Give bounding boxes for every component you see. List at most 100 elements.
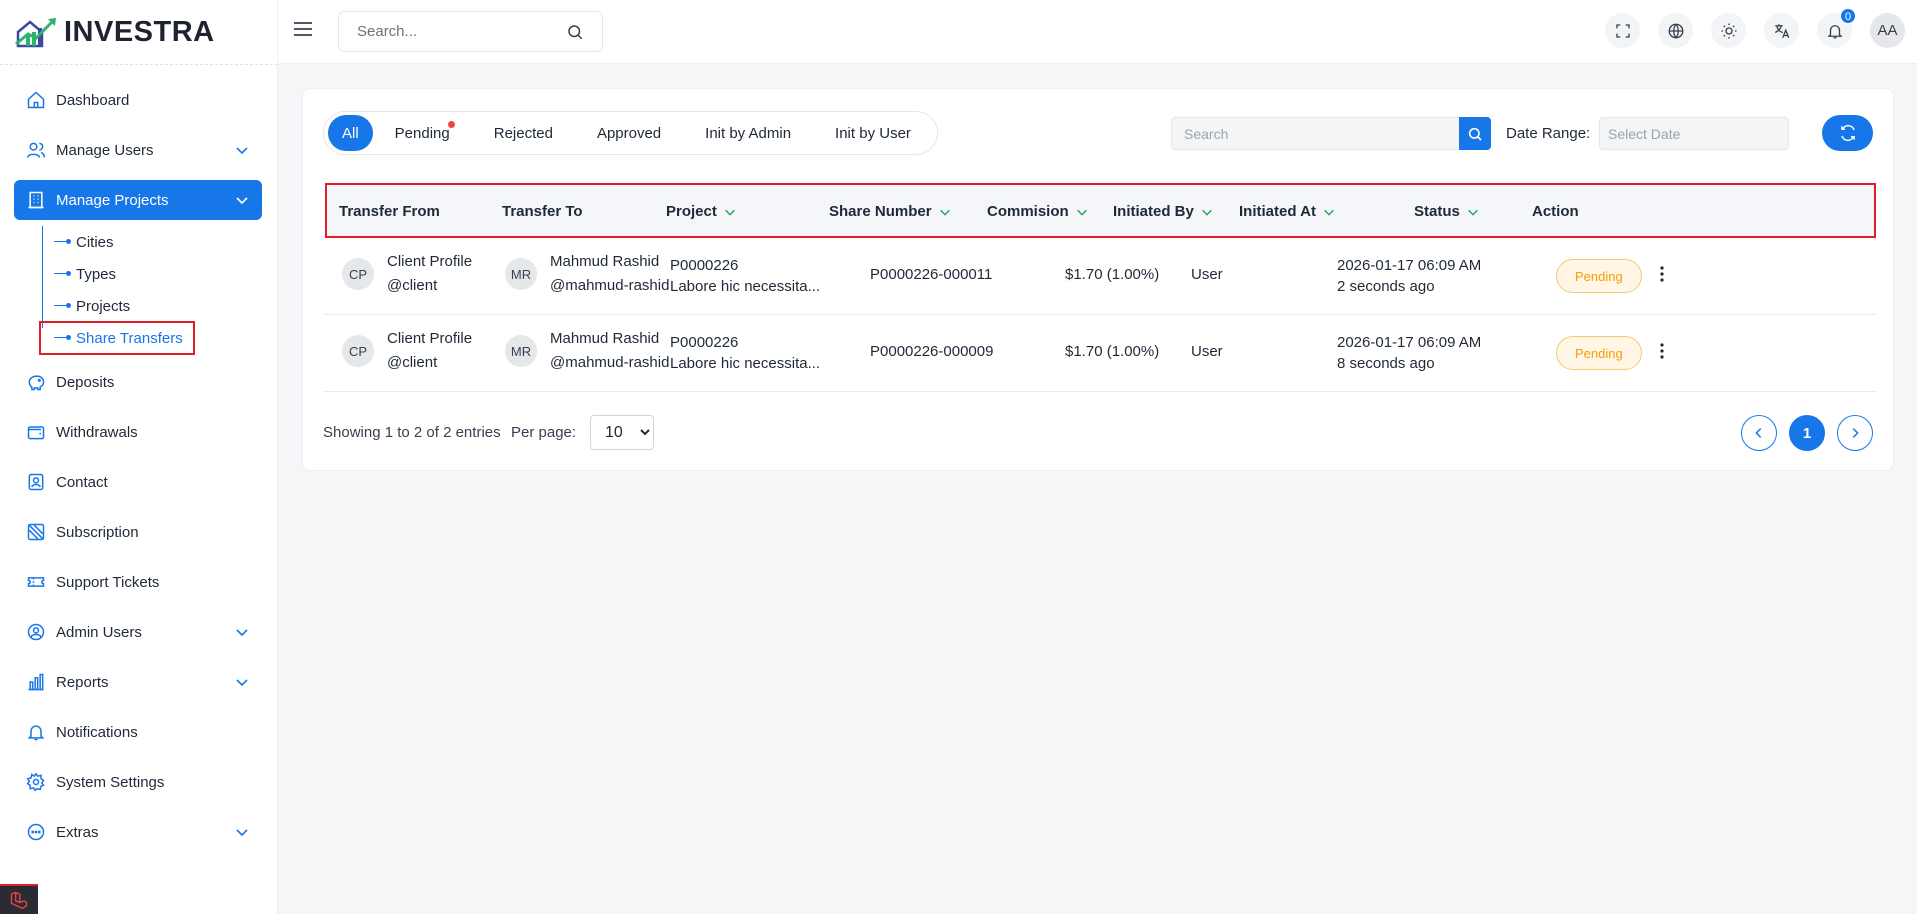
- framework-badge[interactable]: [0, 884, 38, 914]
- search-icon: [1468, 127, 1482, 141]
- share-number-cell: P0000226-000009: [870, 343, 994, 360]
- sidebar-item-label: Extras: [56, 823, 99, 841]
- table-search: [1171, 117, 1491, 150]
- sidebar-item-system-settings[interactable]: System Settings: [14, 762, 262, 802]
- sidebar-item-withdrawals[interactable]: Withdrawals: [14, 412, 262, 452]
- admin-user-icon: [26, 622, 46, 642]
- column-header-share-number[interactable]: Share Number: [829, 203, 952, 220]
- sidebar-item-dashboard[interactable]: Dashboard: [14, 80, 262, 120]
- initiated-by-cell: User: [1191, 343, 1223, 360]
- global-search-input[interactable]: [357, 23, 566, 40]
- project-cell: P0000226 Labore hic necessita...: [670, 255, 820, 297]
- language-button[interactable]: [1658, 13, 1693, 48]
- project-code: P0000226: [670, 334, 739, 351]
- home-icon: [26, 90, 46, 110]
- tab-rejected[interactable]: Rejected: [472, 115, 575, 151]
- sidebar-item-contact[interactable]: Contact: [14, 462, 262, 502]
- search-icon[interactable]: [566, 23, 584, 41]
- column-header-project[interactable]: Project: [666, 203, 737, 220]
- date-range-input[interactable]: [1599, 117, 1789, 150]
- project-code: P0000226: [670, 257, 739, 274]
- manage-projects-submenu: Cities Types Projects Share Transfers: [28, 226, 262, 355]
- column-header-commission[interactable]: Commision: [987, 203, 1089, 220]
- chevron-down-icon: [236, 629, 248, 637]
- sidebar-item-support-tickets[interactable]: Support Tickets: [14, 562, 262, 602]
- sidebar-item-label: Support Tickets: [56, 573, 160, 591]
- tab-init-by-admin[interactable]: Init by Admin: [683, 115, 813, 151]
- submenu-item-projects[interactable]: Projects: [28, 290, 262, 322]
- submenu-item-share-transfers[interactable]: Share Transfers: [28, 321, 262, 355]
- avatar: MR: [505, 335, 537, 367]
- sidebar-item-reports[interactable]: Reports: [14, 662, 262, 702]
- bullet-dot: [66, 335, 71, 340]
- submenu-item-cities[interactable]: Cities: [28, 226, 262, 258]
- sidebar-item-subscription[interactable]: Subscription: [14, 512, 262, 552]
- bullet-dot: [66, 271, 71, 276]
- app-name: INVESTRA: [64, 15, 215, 48]
- sort-chevron-icon: [1076, 209, 1087, 216]
- refresh-icon: [1840, 124, 1855, 142]
- tab-label: Pending: [394, 124, 450, 142]
- submenu-item-types[interactable]: Types: [28, 258, 262, 290]
- status-badge: Pending: [1556, 259, 1642, 293]
- sidebar-item-notifications[interactable]: Notifications: [14, 712, 262, 752]
- per-page-select[interactable]: 10: [590, 415, 654, 450]
- user-name: Mahmud Rashid: [550, 253, 660, 270]
- status-cell: Pending: [1556, 259, 1642, 293]
- prev-page-button[interactable]: [1741, 415, 1777, 451]
- tab-pending[interactable]: Pending: [373, 115, 472, 151]
- sidebar-item-manage-projects[interactable]: Manage Projects: [14, 180, 262, 220]
- fullscreen-button[interactable]: [1605, 13, 1640, 48]
- theme-toggle-button[interactable]: [1711, 13, 1746, 48]
- sidebar-item-admin-users[interactable]: Admin Users: [14, 612, 262, 652]
- transfer-from-cell: CP Client Profile @client: [342, 250, 472, 298]
- table-search-button[interactable]: [1459, 117, 1491, 150]
- sidebar-item-deposits[interactable]: Deposits: [14, 362, 262, 402]
- chevron-left-icon: [1755, 428, 1762, 438]
- table-search-input[interactable]: [1171, 117, 1459, 150]
- translate-button[interactable]: [1764, 13, 1799, 48]
- topbar: 0 AA: [278, 0, 1917, 64]
- tab-init-by-user[interactable]: Init by User: [813, 115, 933, 151]
- table-row: CP Client Profile @client MR Mahmud Rashi…: [323, 238, 1876, 315]
- fullscreen-icon: [1615, 23, 1630, 38]
- sidebar-item-label: Contact: [56, 473, 108, 491]
- entries-summary: Showing 1 to 2 of 2 entries: [323, 424, 501, 441]
- user-avatar[interactable]: AA: [1870, 13, 1905, 48]
- sidebar-item-extras[interactable]: Extras: [14, 812, 262, 852]
- tab-approved[interactable]: Approved: [575, 115, 683, 151]
- initiated-relative-time: 8 seconds ago: [1337, 355, 1435, 372]
- tab-all[interactable]: All: [328, 115, 373, 151]
- row-actions-button[interactable]: [1652, 264, 1672, 288]
- refresh-button[interactable]: [1822, 115, 1873, 151]
- initiated-relative-time: 2 seconds ago: [1337, 278, 1435, 295]
- bell-icon: [26, 722, 46, 742]
- column-header-status[interactable]: Status: [1414, 203, 1480, 220]
- contact-icon: [26, 472, 46, 492]
- users-icon: [26, 140, 46, 160]
- app-logo[interactable]: INVESTRA: [14, 12, 215, 52]
- column-header-initiated-by[interactable]: Initiated By: [1113, 203, 1214, 220]
- commission-cell: $1.70 (1.00%): [1065, 343, 1160, 360]
- menu-toggle-icon[interactable]: [292, 20, 314, 38]
- sidebar-item-manage-users[interactable]: Manage Users: [14, 130, 262, 170]
- notifications-button[interactable]: 0: [1817, 8, 1856, 48]
- page-button-1[interactable]: 1: [1789, 415, 1825, 451]
- share-transfers-card: All Pending Rejected Approved Init by Ad…: [302, 88, 1894, 471]
- row-actions-button[interactable]: [1652, 341, 1672, 365]
- column-header-action: Action: [1532, 203, 1579, 220]
- global-search: [338, 11, 603, 52]
- column-header-transfer-to: Transfer To: [502, 203, 583, 220]
- subscription-icon: [26, 522, 46, 542]
- highlight-box: [39, 321, 195, 355]
- next-page-button[interactable]: [1837, 415, 1873, 451]
- sidebar-item-label: Notifications: [56, 723, 138, 741]
- bullet-dot: [66, 303, 71, 308]
- globe-icon: [1668, 23, 1683, 39]
- sort-chevron-icon: [1201, 209, 1212, 216]
- user-name: Client Profile: [387, 330, 473, 347]
- chevron-down-icon: [236, 197, 248, 205]
- chart-icon: [26, 672, 46, 692]
- pending-indicator-dot: [447, 121, 455, 128]
- column-header-initiated-at[interactable]: Initiated At: [1239, 203, 1336, 220]
